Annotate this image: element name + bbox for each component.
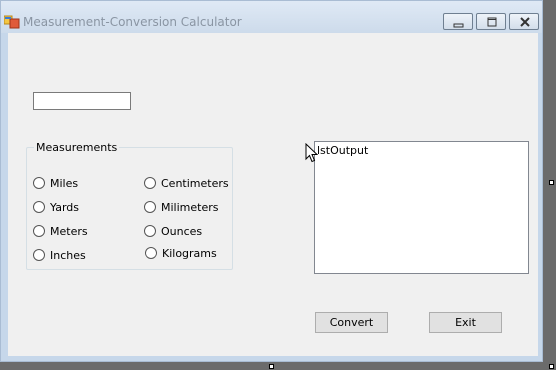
radio-label: Milimeters [161, 200, 219, 214]
app-form-icon [3, 13, 20, 29]
radio-circle[interactable] [33, 177, 45, 189]
radio-label: Yards [50, 200, 79, 214]
radio-circle[interactable] [144, 177, 156, 189]
maximize-button[interactable] [476, 13, 506, 30]
title-bar[interactable]: Measurement-Conversion Calculator [1, 1, 542, 33]
measurement-input[interactable] [33, 92, 131, 110]
measurements-label: Measurements [34, 141, 120, 154]
form-client-area: Measurements Miles Yards Meters Inches C… [8, 33, 538, 356]
exit-button[interactable]: Exit [429, 312, 502, 333]
radio-circle[interactable] [144, 201, 156, 213]
radio-label: Meters [50, 224, 88, 238]
minimize-button[interactable] [443, 13, 473, 30]
resize-handle-bottom[interactable] [269, 364, 274, 369]
radio-circle[interactable] [145, 247, 157, 259]
radio-label: Inches [50, 248, 86, 262]
minimize-icon [453, 23, 464, 28]
close-button[interactable] [509, 13, 539, 30]
list-item[interactable]: lstOutput [317, 144, 368, 157]
radio-yards[interactable]: Yards [33, 199, 79, 215]
radio-kilograms[interactable]: Kilograms [145, 245, 217, 261]
resize-handle-corner[interactable] [549, 364, 554, 369]
window-title: Measurement-Conversion Calculator [23, 15, 242, 29]
radio-circle[interactable] [33, 249, 45, 261]
convert-button[interactable]: Convert [315, 312, 388, 333]
radio-milimeters[interactable]: Milimeters [144, 199, 218, 215]
radio-inches[interactable]: Inches [33, 247, 86, 263]
radio-centimeters[interactable]: Centimeters [144, 175, 229, 191]
maximize-icon [487, 17, 497, 27]
radio-ounces[interactable]: Ounces [144, 223, 202, 239]
resize-handle-right[interactable] [549, 180, 554, 185]
radio-miles[interactable]: Miles [33, 175, 78, 191]
radio-label: Ounces [161, 224, 203, 238]
form-window: Measurement-Conversion Calculator Measur… [0, 0, 543, 362]
radio-label: Centimeters [161, 176, 229, 190]
radio-label: Kilograms [162, 246, 217, 260]
radio-label: Miles [50, 176, 79, 190]
radio-meters[interactable]: Meters [33, 223, 88, 239]
close-icon [520, 17, 530, 27]
radio-circle[interactable] [144, 225, 156, 237]
radio-circle[interactable] [33, 225, 45, 237]
output-listbox[interactable]: lstOutput [314, 141, 529, 274]
radio-circle[interactable] [33, 201, 45, 213]
mouse-pointer-icon [305, 142, 319, 167]
